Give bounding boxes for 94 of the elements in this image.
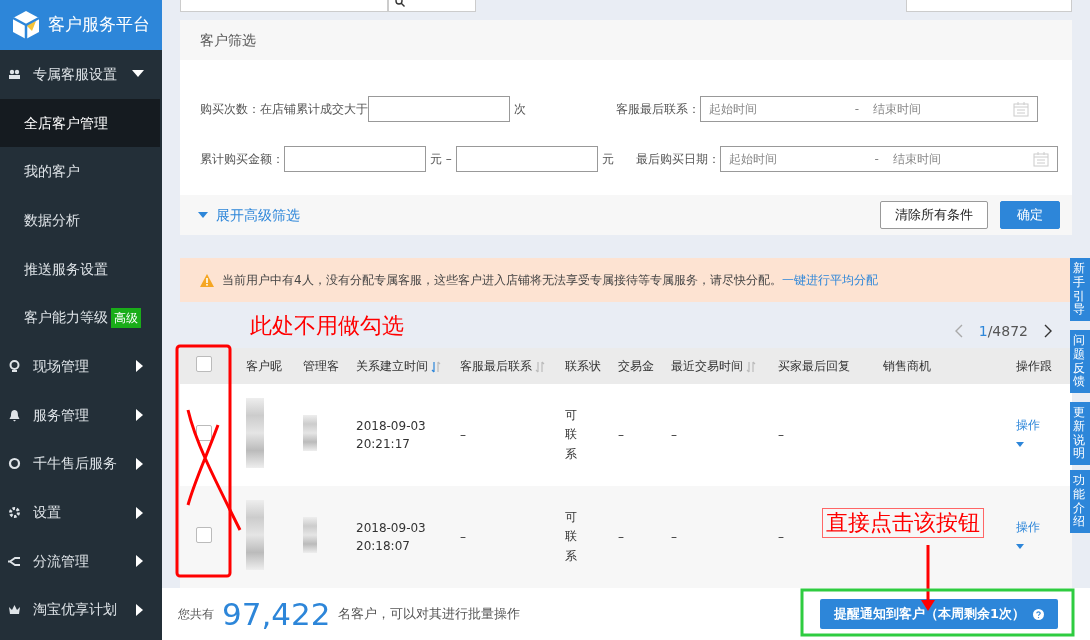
sidebar-item[interactable]: 我的客户 [0, 147, 162, 197]
action-link[interactable]: 操作 [1016, 415, 1046, 455]
column-header: 关系建立时间 [356, 359, 428, 373]
sort-icon[interactable] [431, 360, 441, 373]
checkbox[interactable] [196, 424, 212, 441]
table-cell: – [618, 428, 624, 442]
table-cell: – [778, 530, 784, 544]
field-label: 最后购买日期： [635, 151, 720, 168]
calendar-icon [1013, 101, 1029, 117]
notify-button[interactable]: 提醒通知到客户（本周剩余1次） [819, 599, 1058, 629]
branch-icon [8, 554, 21, 568]
page-indicator: 1/4872 [978, 321, 1028, 341]
table-cell: – [460, 530, 466, 544]
sidebar-item[interactable]: 客户能力等级 高级 [0, 293, 162, 343]
annotation-note: 此处不用做勾选 [250, 312, 404, 340]
sidebar-item[interactable]: 服务管理 [0, 390, 162, 440]
sidebar-item[interactable]: 全店客户管理 [0, 98, 160, 148]
clear-button[interactable]: 清除所有条件 [880, 201, 988, 229]
side-tab[interactable]: 更新说明 [1070, 402, 1090, 466]
table-cell-text: 可联系 [565, 509, 577, 565]
unit-label: 元 – [430, 151, 452, 168]
side-tab[interactable]: 功能介绍 [1070, 470, 1090, 534]
settings-icon [8, 506, 21, 520]
unit-label: 元 [601, 151, 615, 168]
caret-down-icon [1016, 442, 1024, 447]
sidebar-item[interactable]: 专属客服设置 [0, 50, 162, 99]
amount-field[interactable] [284, 146, 426, 172]
sidebar-item[interactable]: 分流管理 [0, 536, 162, 586]
field-label: 购买次数：在店铺累计成交大于 [200, 101, 368, 118]
field-label: 客服最后联系： [616, 101, 700, 118]
calendar-icon [1032, 151, 1049, 167]
column-header: 客户昵 [246, 359, 282, 373]
blurred-text [246, 499, 264, 570]
amount-field[interactable] [455, 146, 598, 172]
caret-down-icon [198, 212, 208, 218]
logo-icon [10, 9, 42, 41]
logo-title: 客户服务平台 [48, 13, 150, 37]
total-label: 名客户，可以对其进行批量操作 [338, 605, 521, 624]
column-header: 最近交易时间 [671, 359, 743, 373]
column-header: 客服最后联系 [460, 359, 532, 373]
unit-label: 次 [514, 101, 527, 118]
level-tag: 高级 [111, 307, 141, 328]
sidebar-item[interactable]: 现场管理 [0, 342, 162, 391]
sidebar-item[interactable]: 数据分析 [0, 196, 162, 245]
table-cell: – [671, 530, 677, 544]
people-icon [8, 67, 21, 81]
bell-icon [8, 408, 21, 422]
column-header: 交易金 [618, 359, 654, 373]
date-range-field[interactable]: 起始时间 - 结束时间 [700, 96, 1038, 122]
sidebar-item[interactable]: 推送服务设置 [0, 244, 162, 294]
checkbox[interactable] [196, 526, 212, 543]
annotation-note: 直接点击该按钮 [822, 508, 984, 538]
bulb-icon [8, 359, 21, 373]
table-cell: – [618, 530, 624, 544]
blurred-text [303, 516, 317, 553]
column-header: 联系状 [565, 359, 601, 373]
crown-icon [8, 603, 21, 617]
confirm-button[interactable]: 确定 [1000, 201, 1060, 229]
alert-message: 当前用户中有4人，没有分配专属客服，这些客户进入店铺将无法享受专属接待等专属服务，请尽快分配。一键进行平均分配 [222, 272, 878, 289]
sidebar-item[interactable]: 千牛售后服务 [0, 439, 162, 489]
total-count: 97,422 [222, 594, 331, 634]
sort-icon[interactable] [746, 360, 756, 373]
chevron-right-icon[interactable] [1044, 324, 1052, 338]
action-link[interactable]: 操作 [1016, 517, 1046, 557]
side-tab[interactable]: 新手引导 [1070, 258, 1090, 322]
panel-title: 客户筛选 [180, 20, 1072, 60]
help-icon [1033, 608, 1044, 620]
chevron-left-icon[interactable] [954, 324, 963, 338]
sidebar-item[interactable]: 设置 [0, 488, 162, 537]
field-label: 累计购买金额： [200, 151, 284, 168]
total-label: 您共有 [178, 606, 214, 623]
blurred-text [303, 414, 317, 451]
count-field[interactable] [368, 96, 510, 122]
side-tab[interactable]: 问题反馈 [1070, 330, 1090, 394]
checkbox[interactable] [196, 355, 212, 372]
sort-icon[interactable] [535, 360, 545, 373]
sidebar-item[interactable]: 淘宝优享计划 [0, 585, 162, 635]
caret-down-icon [1016, 544, 1024, 549]
table-cell-text: 可联系 [565, 407, 577, 463]
table-cell: – [671, 428, 677, 442]
column-header: 管理客 [303, 359, 339, 373]
table-cell: – [778, 428, 784, 442]
blurred-text [246, 397, 264, 468]
search-icon [395, 0, 405, 7]
column-header: 操作跟 [1016, 359, 1052, 373]
column-header: 销售商机 [883, 359, 931, 373]
warning-icon [200, 273, 214, 287]
column-header: 买家最后回复 [778, 359, 850, 373]
table-cell: – [460, 428, 466, 442]
table-cell-text: 2018-09-03 20:18:07 [356, 520, 427, 555]
advanced-filter-link[interactable]: 展开高级筛选 [198, 204, 300, 226]
date-range-field[interactable]: 起始时间 - 结束时间 [719, 146, 1058, 172]
table-cell-text: 2018-09-03 20:21:17 [356, 418, 427, 453]
ring-icon [8, 457, 21, 471]
